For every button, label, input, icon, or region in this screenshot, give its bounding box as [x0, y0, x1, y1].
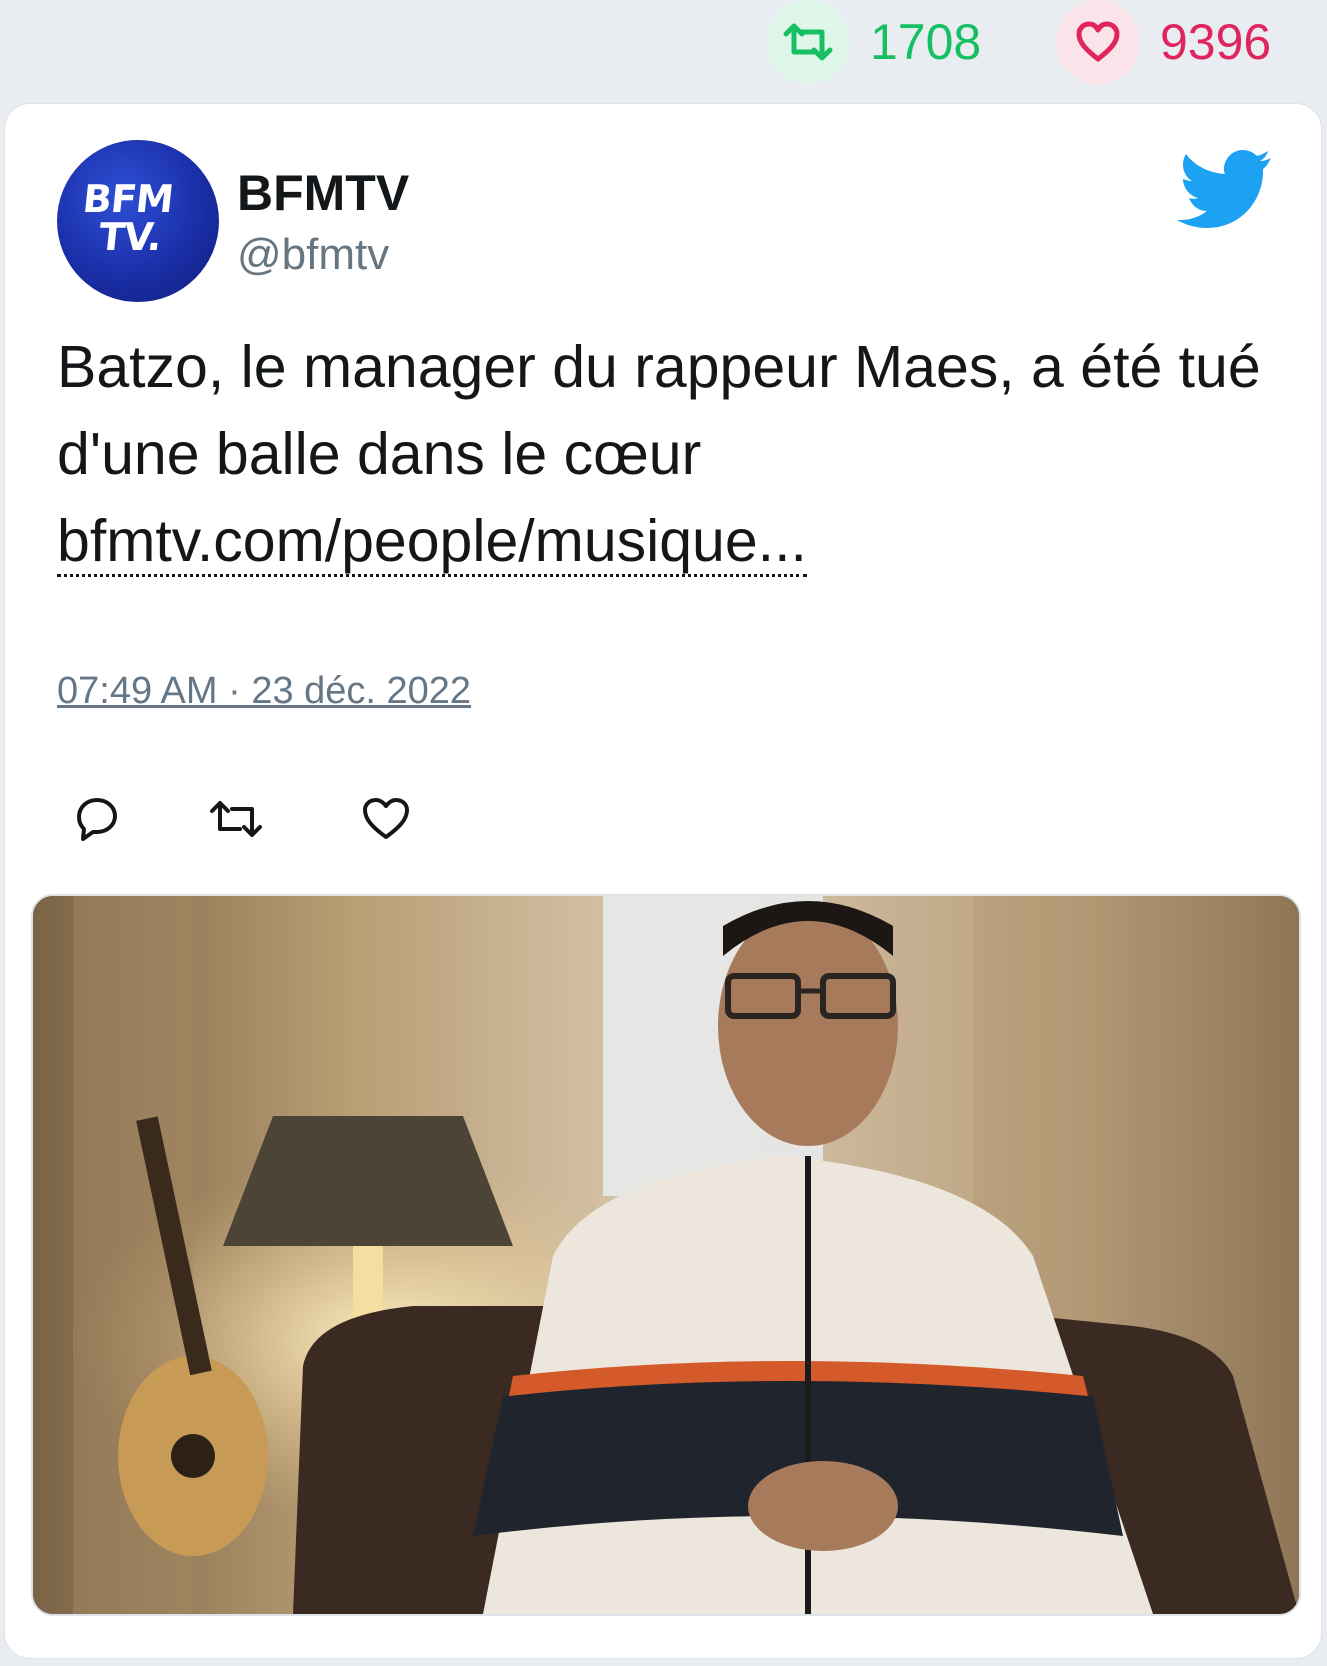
twitter-bird-icon[interactable] [1177, 148, 1273, 228]
logo-line-1: BFM [80, 177, 176, 221]
bfmtv-logo: BFM TV. [77, 177, 176, 259]
reply-icon[interactable] [61, 784, 131, 854]
tweet-timestamp[interactable]: 07:49 AM · 23 déc. 2022 [57, 670, 471, 713]
tweet-text: Batzo, le manager du rappeur Maes, a été… [57, 324, 1277, 585]
retweet-count-value: 1708 [870, 14, 982, 70]
photo-illustration [33, 896, 1299, 1614]
like-count[interactable]: 9396 [1056, 0, 1271, 84]
avatar[interactable]: BFM TV. [57, 140, 219, 302]
like-count-value: 9396 [1160, 14, 1272, 70]
tweet-link[interactable]: bfmtv.com/people/musique... [57, 508, 807, 577]
heart-icon [1056, 0, 1140, 84]
retweet-count[interactable]: 1708 [766, 0, 981, 84]
retweet-icon [766, 0, 850, 84]
tweet-card: BFM TV. BFMTV @bfmtv Batzo, le manager d… [4, 103, 1322, 1659]
logo-line-2: TV. [96, 215, 164, 259]
tweet-image[interactable] [31, 894, 1301, 1616]
retweet-action-icon[interactable] [201, 784, 271, 854]
author-handle[interactable]: @bfmtv [237, 230, 389, 280]
tweet-body: Batzo, le manager du rappeur Maes, a été… [57, 334, 1261, 487]
author-name[interactable]: BFMTV [237, 164, 409, 222]
like-action-icon[interactable] [351, 784, 421, 854]
engagement-stats: 1708 9396 [0, 0, 1327, 100]
